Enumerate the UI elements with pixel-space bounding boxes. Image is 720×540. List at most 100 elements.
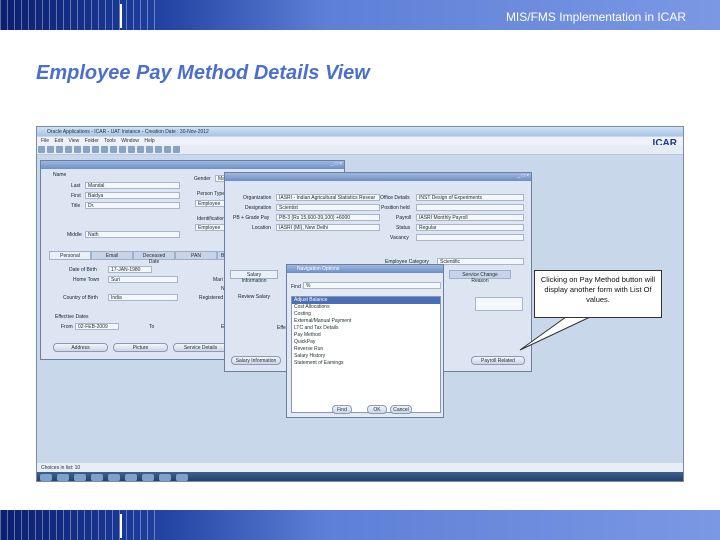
location-label: Location — [252, 225, 271, 231]
taskbar — [37, 472, 683, 481]
cancel-button[interactable]: Cancel — [390, 405, 412, 414]
list-item[interactable]: Pay Method — [292, 332, 440, 339]
designation-field[interactable]: Scientist — [276, 204, 380, 211]
effective-dates-label: Effective Dates — [55, 314, 89, 320]
toolbar — [37, 145, 683, 155]
service-details-button[interactable]: Service Details — [173, 343, 228, 352]
title-label: Title — [71, 203, 81, 209]
service-window-title: _ □ × — [225, 173, 531, 181]
list-item[interactable]: Salary History — [292, 353, 440, 360]
organization-label: Organization — [243, 195, 272, 201]
review-salary-field[interactable] — [475, 297, 523, 311]
list-item[interactable]: Costing — [292, 311, 440, 318]
hometown-field[interactable]: Suri — [108, 276, 178, 283]
list-item[interactable]: External/Manual Payment — [292, 318, 440, 325]
last-name-field[interactable]: Mandal — [85, 182, 180, 189]
menu-file[interactable]: File — [41, 138, 49, 144]
tab-personal[interactable]: Personal — [49, 251, 91, 260]
cut-icon[interactable] — [83, 146, 90, 153]
folder-icon[interactable] — [164, 146, 171, 153]
middle-name-field[interactable]: Nath — [85, 231, 180, 238]
from-date-field[interactable]: 02-FEB-2009 — [75, 323, 119, 330]
menu-edit[interactable]: Edit — [54, 138, 63, 144]
payroll-field[interactable]: IASRI Monthly Payroll — [416, 214, 524, 221]
save-icon[interactable] — [56, 146, 63, 153]
status-bar: Choices in list: 10 — [37, 463, 683, 472]
tab-salary-information[interactable]: Salary Information — [230, 270, 278, 284]
registered-label: Registered — [199, 295, 224, 301]
address-button[interactable]: Address — [53, 343, 108, 352]
menu-help[interactable]: Help — [144, 138, 154, 144]
taskbar-app-icon[interactable] — [125, 474, 137, 481]
list-item[interactable]: QuickPay — [292, 339, 440, 346]
country-label: Country of Birth — [63, 295, 98, 301]
print-icon[interactable] — [65, 146, 72, 153]
title-field[interactable]: Dr. — [85, 202, 180, 209]
list-item[interactable]: LTC and Tax Details — [292, 325, 440, 332]
position-held-field[interactable] — [416, 204, 524, 211]
menu-folder[interactable]: Folder — [85, 138, 99, 144]
list-item[interactable]: Cost Allocations — [292, 304, 440, 311]
find-button[interactable]: Find — [332, 405, 352, 414]
taskbar-app-icon[interactable] — [91, 474, 103, 481]
tab-deceased-date[interactable]: Deceased Date — [133, 251, 175, 265]
window-controls-icon[interactable]: _ □ × — [331, 161, 343, 167]
help-icon[interactable] — [173, 146, 180, 153]
taskbar-app-icon[interactable] — [142, 474, 154, 481]
paste-icon[interactable] — [101, 146, 108, 153]
first-label: First — [71, 193, 81, 199]
taskbar-app-icon[interactable] — [176, 474, 188, 481]
taskbar-app-icon[interactable] — [159, 474, 171, 481]
open-icon[interactable] — [47, 146, 54, 153]
effe-label: Effe — [277, 325, 286, 331]
country-field[interactable]: India — [108, 294, 178, 301]
page-title: Employee Pay Method Details View — [36, 62, 370, 84]
attachments-icon[interactable] — [155, 146, 162, 153]
pb-grade-pay-field[interactable]: PB-3 (Rs 15,600-39,100) +6000 — [276, 214, 380, 221]
edit-icon[interactable] — [128, 146, 135, 153]
tab-service-change-reason[interactable]: Service Change Reason — [449, 270, 511, 284]
taskbar-app-icon[interactable] — [108, 474, 120, 481]
marital-label: Mari — [213, 277, 223, 283]
middle-label: Middle — [67, 232, 82, 238]
clear-icon[interactable] — [110, 146, 117, 153]
taskbar-app-icon[interactable] — [57, 474, 69, 481]
list-item[interactable]: Adjust Balance — [292, 297, 440, 304]
find-label: Find — [291, 284, 301, 290]
find-field[interactable]: % — [303, 282, 441, 289]
delete-icon[interactable] — [119, 146, 126, 153]
list-item[interactable]: Statement of Earnings — [292, 360, 440, 367]
last-label: Last — [71, 183, 81, 189]
menu-tools[interactable]: Tools — [104, 138, 116, 144]
menu-window[interactable]: Window — [121, 138, 139, 144]
close-icon[interactable] — [74, 146, 81, 153]
tab-pan[interactable]: PAN — [175, 251, 217, 260]
tab-email[interactable]: Email — [91, 251, 133, 260]
to-label: To — [149, 324, 155, 330]
dob-field[interactable]: 17-JAN-1980 — [108, 266, 152, 273]
status-field[interactable]: Regular — [416, 224, 524, 231]
copy-icon[interactable] — [92, 146, 99, 153]
window-controls-icon[interactable]: _ □ × — [518, 173, 530, 179]
payroll-related-button[interactable]: Payroll Related — [471, 356, 525, 365]
organization-field[interactable]: IASRI - Indian Agricultural Statistics R… — [276, 194, 380, 201]
from-label: From — [61, 324, 73, 330]
header-text: MIS/FMS Implementation in ICAR — [505, 10, 686, 24]
zoom-icon[interactable] — [137, 146, 144, 153]
ok-button[interactable]: OK — [367, 405, 387, 414]
taskbar-app-icon[interactable] — [74, 474, 86, 481]
hometown-label: Home Town — [73, 277, 100, 283]
vacancy-field[interactable] — [416, 234, 524, 241]
picture-button[interactable]: Picture — [113, 343, 168, 352]
list-item[interactable]: Reverse Run — [292, 346, 440, 353]
office-details-field[interactable]: INST Design of Experiments — [416, 194, 524, 201]
menu-view[interactable]: View — [68, 138, 79, 144]
name-label: Name — [53, 172, 67, 178]
translate-icon[interactable] — [146, 146, 153, 153]
location-field[interactable]: IASRI (MI), New Delhi — [276, 224, 380, 231]
new-icon[interactable] — [38, 146, 45, 153]
employee-category-field[interactable]: Scientific — [437, 258, 524, 265]
start-icon[interactable] — [40, 474, 52, 481]
first-name-field[interactable]: Baidya — [85, 192, 180, 199]
salary-information-button[interactable]: Salary Information — [231, 356, 281, 365]
